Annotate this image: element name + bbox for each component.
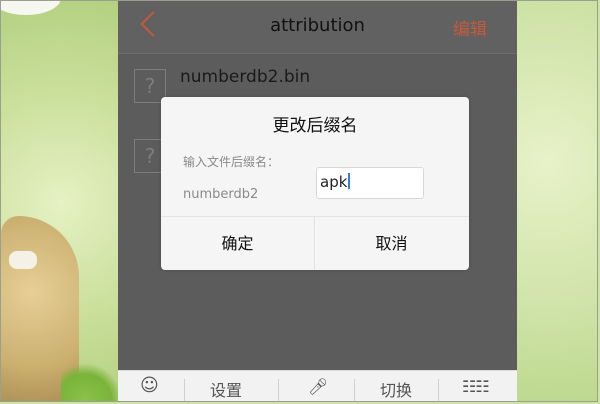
text-caret bbox=[348, 173, 351, 189]
keyboard-toolbar: ☺ 设置 🎤︎ 切换 ☷☷ bbox=[118, 370, 517, 401]
wallpaper-decoration bbox=[9, 251, 37, 269]
microphone-icon[interactable]: 🎤︎ bbox=[308, 377, 328, 396]
cancel-button[interactable]: 取消 bbox=[315, 217, 468, 270]
app-bar: attribution 编辑 bbox=[118, 1, 517, 54]
wallpaper-right bbox=[513, 1, 597, 401]
settings-button[interactable]: 设置 bbox=[210, 377, 242, 401]
suffix-input-value: apk bbox=[320, 173, 348, 191]
suffix-input[interactable]: apk bbox=[316, 167, 424, 199]
toolbar-divider bbox=[278, 379, 279, 401]
wallpaper-grass bbox=[61, 361, 121, 401]
edit-button[interactable]: 编辑 bbox=[453, 15, 487, 40]
toolbar-divider bbox=[438, 379, 439, 401]
toolbar-divider bbox=[354, 379, 355, 401]
toolbar-divider bbox=[184, 379, 185, 401]
screenshot-frame: attribution 编辑 ? numberdb2.bin ? ☺ 设置 🎤︎… bbox=[0, 0, 598, 402]
dialog-title: 更改后缀名 bbox=[272, 116, 358, 136]
keyboard-grid-icon[interactable]: ☷☷ bbox=[462, 377, 490, 396]
file-name: numberdb2.bin bbox=[180, 67, 311, 87]
switch-button[interactable]: 切换 bbox=[380, 377, 412, 401]
confirm-button[interactable]: 确定 bbox=[161, 217, 314, 270]
smiley-icon[interactable]: ☺ bbox=[140, 375, 159, 396]
suffix-prompt-label: 输入文件后缀名： bbox=[183, 155, 280, 169]
file-base-name: numberdb2 bbox=[183, 187, 259, 202]
rename-suffix-dialog: 更改后缀名 输入文件后缀名： numberdb2 apk 确定 取消 bbox=[161, 97, 469, 270]
